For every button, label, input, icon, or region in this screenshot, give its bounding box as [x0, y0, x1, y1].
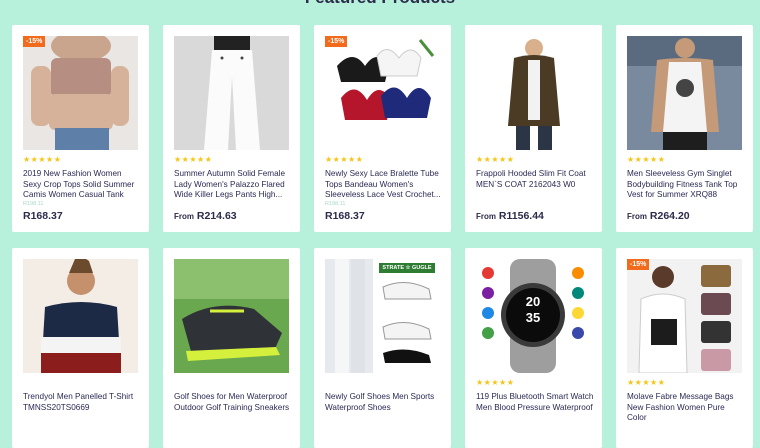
price-value: R214.63 [196, 210, 237, 222]
lace-bralette-photo [325, 36, 440, 150]
product-title[interactable]: Summer Autumn Solid Female Lady Women's … [174, 169, 292, 200]
message-bags-photo [627, 259, 742, 373]
old-price: R198.11 [325, 201, 346, 207]
panelled-tshirt-photo [23, 259, 138, 373]
product-title[interactable]: Frappoli Hooded Slim Fit Coat MEN`S COAT… [476, 169, 594, 190]
golf-shoes-collage-photo [325, 259, 440, 373]
watch-time-hours: 20 [525, 294, 541, 309]
rating-stars: ★★★★★ [627, 378, 666, 387]
price-prefix: From [627, 212, 647, 221]
watch-time-minutes: 35 [525, 310, 541, 325]
product-card[interactable]: Golf Shoes for Men Waterproof Outdoor Go… [163, 248, 300, 448]
image-brand-text: STRATE ☆ GUGLE [382, 265, 432, 271]
price-value: R168.37 [23, 210, 63, 222]
product-image[interactable]: -15% [627, 259, 742, 373]
product-image[interactable] [476, 36, 591, 150]
product-image[interactable]: -15% [325, 36, 440, 150]
old-price: R198.11 [23, 201, 44, 207]
product-image[interactable] [627, 36, 742, 150]
rating-stars: ★★★★★ [23, 155, 62, 164]
product-card[interactable]: ★★★★★ Men Sleeveless Gym Singlet Bodybui… [616, 25, 753, 232]
price-value: R264.20 [649, 210, 690, 222]
rating-stars: ★★★★★ [627, 155, 666, 164]
product-image[interactable] [23, 259, 138, 373]
product-card[interactable]: ★★★★★ Summer Autumn Solid Female Lady Wo… [163, 25, 300, 232]
rating-stars: ★★★★★ [476, 378, 515, 387]
white-pants-photo [174, 36, 289, 150]
hooded-coat-photo [476, 36, 591, 150]
product-title[interactable]: 2019 New Fashion Women Sexy Crop Tops So… [23, 169, 141, 200]
price-prefix: From [476, 212, 496, 221]
rating-stars: ★★★★★ [325, 155, 364, 164]
product-image[interactable] [174, 36, 289, 150]
rating-stars: ★★★★★ [174, 155, 213, 164]
product-price: R168.37 [325, 210, 365, 222]
price-value: R168.37 [325, 210, 365, 222]
product-image[interactable]: 20 35 [476, 259, 591, 373]
product-card[interactable]: Trendyol Men Panelled T-Shirt TMNSS20TS0… [12, 248, 149, 448]
crop-top-photo [23, 36, 138, 150]
product-image[interactable]: STRATE ☆ GUGLE [325, 259, 440, 373]
discount-badge: -15% [627, 259, 650, 270]
product-card[interactable]: -15% ★★★★★ Newly Sexy Lace Bralette Tube… [314, 25, 451, 232]
price-value: R1156.44 [498, 210, 544, 222]
rating-stars: ★★★★★ [476, 155, 515, 164]
product-image[interactable] [174, 259, 289, 373]
product-title[interactable]: Newly Sexy Lace Bralette Tube Tops Bande… [325, 169, 443, 200]
product-card[interactable]: -15% ★★★★★ Molave Fabre Message Bags New… [616, 248, 753, 448]
product-title[interactable]: Men Sleeveless Gym Singlet Bodybuilding … [627, 169, 745, 200]
product-price: From R214.63 [174, 210, 237, 222]
gym-singlet-photo [627, 36, 742, 150]
price-prefix: From [174, 212, 194, 221]
product-card[interactable]: ★★★★★ Frappoli Hooded Slim Fit Coat MEN`… [465, 25, 602, 232]
product-card[interactable]: STRATE ☆ GUGLE Newly Golf Shoes Men Spor… [314, 248, 451, 448]
product-title[interactable]: Molave Fabre Message Bags New Fashion Wo… [627, 392, 745, 423]
product-price: R168.37 [23, 210, 63, 222]
golf-shoes-photo [174, 259, 289, 373]
discount-badge: -15% [23, 36, 46, 47]
discount-badge: -15% [325, 36, 348, 47]
product-image[interactable]: -15% [23, 36, 138, 150]
product-price: From R1156.44 [476, 210, 544, 222]
product-price: From R264.20 [627, 210, 690, 222]
product-card[interactable]: -15% ★★★★★ 2019 New Fashion Women Sexy C… [12, 25, 149, 232]
section-title: Featured Products [0, 0, 760, 8]
product-card[interactable]: 20 35 ★★★★★ 119 Plus Bluetooth Smart Wat… [465, 248, 602, 448]
